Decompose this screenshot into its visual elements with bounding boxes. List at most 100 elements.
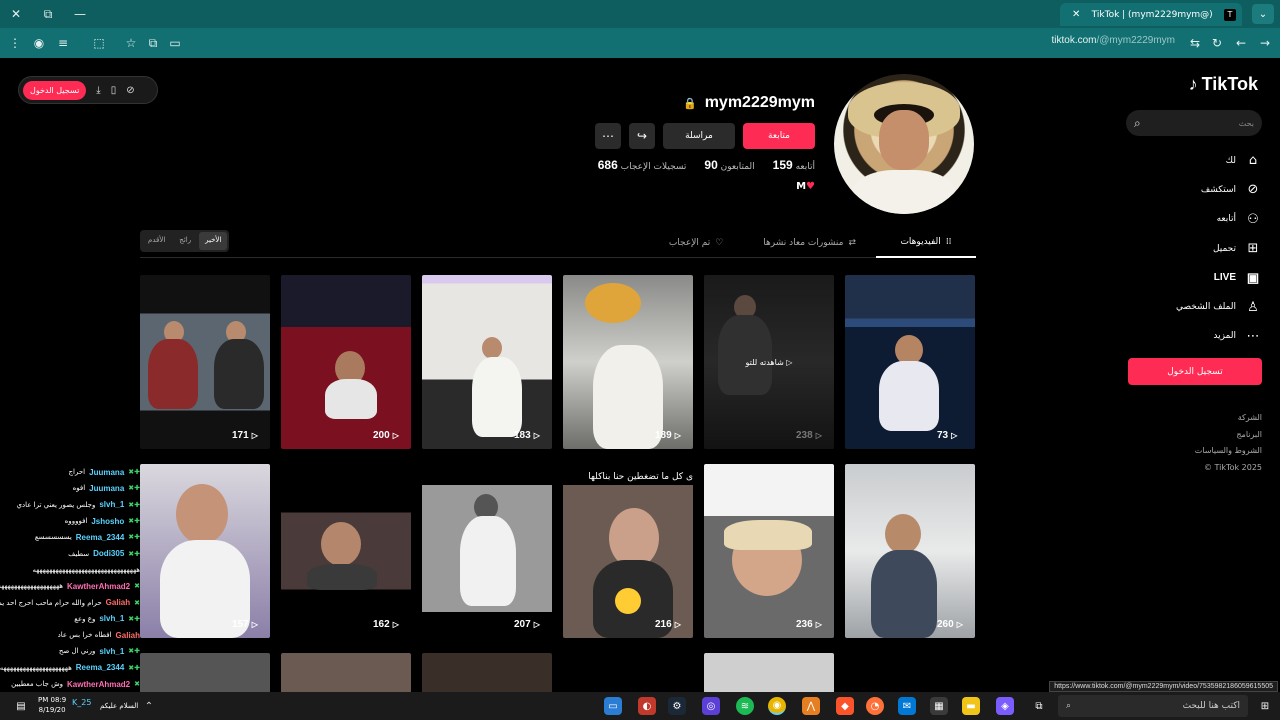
sidebar-item-for-you[interactable]: لك ⌂: [1122, 146, 1262, 175]
sidebar-item-more[interactable]: المزيد ⋯: [1122, 322, 1262, 351]
video-card[interactable]: 183 ▷: [422, 275, 552, 449]
view-count: 200 ▷: [373, 430, 399, 441]
chat-username: KawtherAhmad2: [67, 679, 131, 689]
tab-reposts[interactable]: منشورات معاد نشرها ⇄: [743, 228, 876, 258]
video-card[interactable]: 189 ▷: [563, 275, 693, 449]
chat-message: هههههههههههههههههههههه Reema_2344 ✖✚: [0, 660, 310, 676]
view-count: 73 ▷: [937, 430, 958, 441]
cast-icon[interactable]: ▭: [164, 32, 186, 54]
steam-icon[interactable]: ⚙: [668, 697, 686, 715]
app-icon-7[interactable]: ⋀: [802, 697, 820, 715]
tiktok-logo[interactable]: ♪ TikTok: [1189, 74, 1258, 95]
tab-videos[interactable]: الفيديوهات ⁞⁞: [876, 228, 976, 258]
tab-liked[interactable]: تم الإعجاب ♡: [649, 228, 743, 258]
menu-icon[interactable]: ⋮: [4, 32, 26, 54]
tab-close-icon[interactable]: ✕: [1072, 9, 1080, 20]
chat-message: افوه Juumana ✖✚: [0, 480, 310, 496]
reload-icon[interactable]: ↻: [1206, 32, 1228, 54]
restore-window-icon[interactable]: ⧉: [32, 0, 64, 28]
video-card[interactable]: 260 ▷: [845, 464, 975, 638]
tiktok-note-icon: ♪: [1188, 74, 1198, 94]
app-icon-4[interactable]: ◎: [702, 697, 720, 715]
profile-avatar-icon[interactable]: ◉: [28, 32, 50, 54]
video-card[interactable]: 200 ▷: [281, 275, 411, 449]
profile-avatar[interactable]: [834, 74, 974, 214]
followers-stat[interactable]: 90 المتابعون: [700, 158, 754, 172]
chat-text: هههههههههههههههههههه: [0, 582, 63, 591]
sidebar-item-upload[interactable]: تحميل ⊞: [1122, 234, 1262, 263]
task-view-icon[interactable]: ⧉: [1030, 697, 1048, 715]
browser-tab[interactable]: ✕ TikTok | (mym2229mym@) T: [1060, 3, 1242, 26]
file-explorer-icon[interactable]: ▬: [962, 697, 980, 715]
download-icon[interactable]: ⤓: [96, 85, 100, 96]
video-card[interactable]: [704, 653, 834, 692]
sidebar-item-following[interactable]: أتابعه ⚇: [1122, 205, 1262, 234]
video-card[interactable]: 207 ▷: [422, 464, 552, 638]
chat-text: افوه: [72, 484, 86, 493]
sidebar-item-label: لك: [1225, 155, 1236, 166]
sidebar-item-explore[interactable]: استكشف ⊘: [1122, 175, 1262, 204]
app-icon-1[interactable]: ▭: [604, 697, 622, 715]
footer-link-company[interactable]: الشركة: [1195, 410, 1262, 427]
bookmark-star-icon[interactable]: ☆: [120, 32, 142, 54]
translate-icon[interactable]: ⧉: [142, 32, 164, 54]
address-bar[interactable]: tiktok.com/@mym2229mym: [1051, 35, 1175, 46]
chat-username: Jshosho: [91, 516, 125, 526]
sort-latest[interactable]: الأخير: [199, 232, 228, 250]
outlook-icon[interactable]: ✉: [898, 697, 916, 715]
search-input[interactable]: ⌕ بحث: [1126, 110, 1262, 136]
following-stat[interactable]: 159 أتابعه: [769, 158, 815, 172]
taskbar-search-icon: ⌕: [1066, 701, 1072, 711]
site-settings-icon[interactable]: ⇆: [1184, 32, 1206, 54]
video-card[interactable]: 171 ▷: [140, 275, 270, 449]
message-button[interactable]: مراسلة: [663, 123, 735, 149]
sidebar-item-live[interactable]: LIVE ▣: [1122, 263, 1262, 292]
minimize-window-icon[interactable]: —: [64, 0, 96, 28]
more-options-button[interactable]: ⋯: [595, 123, 621, 149]
video-card[interactable]: [422, 653, 552, 692]
phone-icon[interactable]: ▯: [111, 85, 117, 96]
tab-search-icon[interactable]: ⌄: [1252, 4, 1274, 24]
video-card[interactable]: 236 ▷: [704, 464, 834, 638]
forward-icon[interactable]: →: [1254, 32, 1276, 54]
windows-start-icon[interactable]: ⊞: [1256, 697, 1274, 715]
sort-oldest[interactable]: الأقدم: [142, 232, 171, 250]
chat-badge-icon: ✖: [134, 598, 140, 607]
chat-username: slvh_1: [99, 646, 125, 656]
heart-outline-icon: ♡: [715, 238, 724, 248]
chrome-icon[interactable]: ◉: [768, 697, 786, 715]
download-login-button[interactable]: تسجيل الدخول: [23, 80, 87, 100]
app-icon-13[interactable]: ◈: [996, 697, 1014, 715]
footer-link-program[interactable]: البرنامج: [1195, 427, 1262, 444]
sidebar-login-button[interactable]: تسجيل الدخول: [1128, 358, 1262, 385]
taskbar-clock[interactable]: PM 08:9 8/19/20: [38, 695, 66, 715]
chat-username: Juumana: [89, 483, 125, 493]
watched-overlay: شاهدته للتو ▷: [704, 275, 834, 449]
likes-count: 686: [597, 158, 618, 172]
taskbar-search-input[interactable]: ⌕ اكتب هنا للبحث: [1058, 695, 1248, 717]
back-icon[interactable]: ←: [1230, 32, 1252, 54]
store-icon[interactable]: ▦: [930, 697, 948, 715]
chat-text: افووووه: [64, 517, 88, 526]
tray-icons[interactable]: ⌃: [140, 697, 158, 715]
video-card[interactable]: 73 ▷: [845, 275, 975, 449]
reading-list-icon[interactable]: ≡: [52, 32, 74, 54]
close-window-icon[interactable]: ✕: [0, 0, 32, 28]
play-icon: ▷: [674, 620, 681, 629]
app-icon-2[interactable]: ◐: [638, 697, 656, 715]
firefox-icon[interactable]: ◔: [866, 697, 884, 715]
share-button[interactable]: ↪: [629, 123, 655, 149]
sidebar-item-profile[interactable]: الملف الشخصي ♙: [1122, 292, 1262, 321]
video-card[interactable]: ى كل ما تضغطين حنا بناكلها 216 ▷: [563, 464, 693, 638]
extensions-icon[interactable]: ⬚: [88, 32, 110, 54]
notification-icon[interactable]: ▤: [12, 697, 30, 715]
sort-popular[interactable]: رائج: [173, 232, 197, 250]
compass-small-icon[interactable]: ⊘: [126, 85, 134, 96]
video-card[interactable]: شاهدته للتو ▷ 238 ▷: [704, 275, 834, 449]
search-icon[interactable]: ⌕: [1134, 116, 1141, 131]
follow-button[interactable]: متابعة: [743, 123, 815, 149]
chat-username: Galiah: [105, 598, 131, 608]
spotify-icon[interactable]: ≋: [736, 697, 754, 715]
brave-icon[interactable]: ◆: [836, 697, 854, 715]
footer-link-terms[interactable]: الشروط والسياسات: [1195, 443, 1262, 460]
